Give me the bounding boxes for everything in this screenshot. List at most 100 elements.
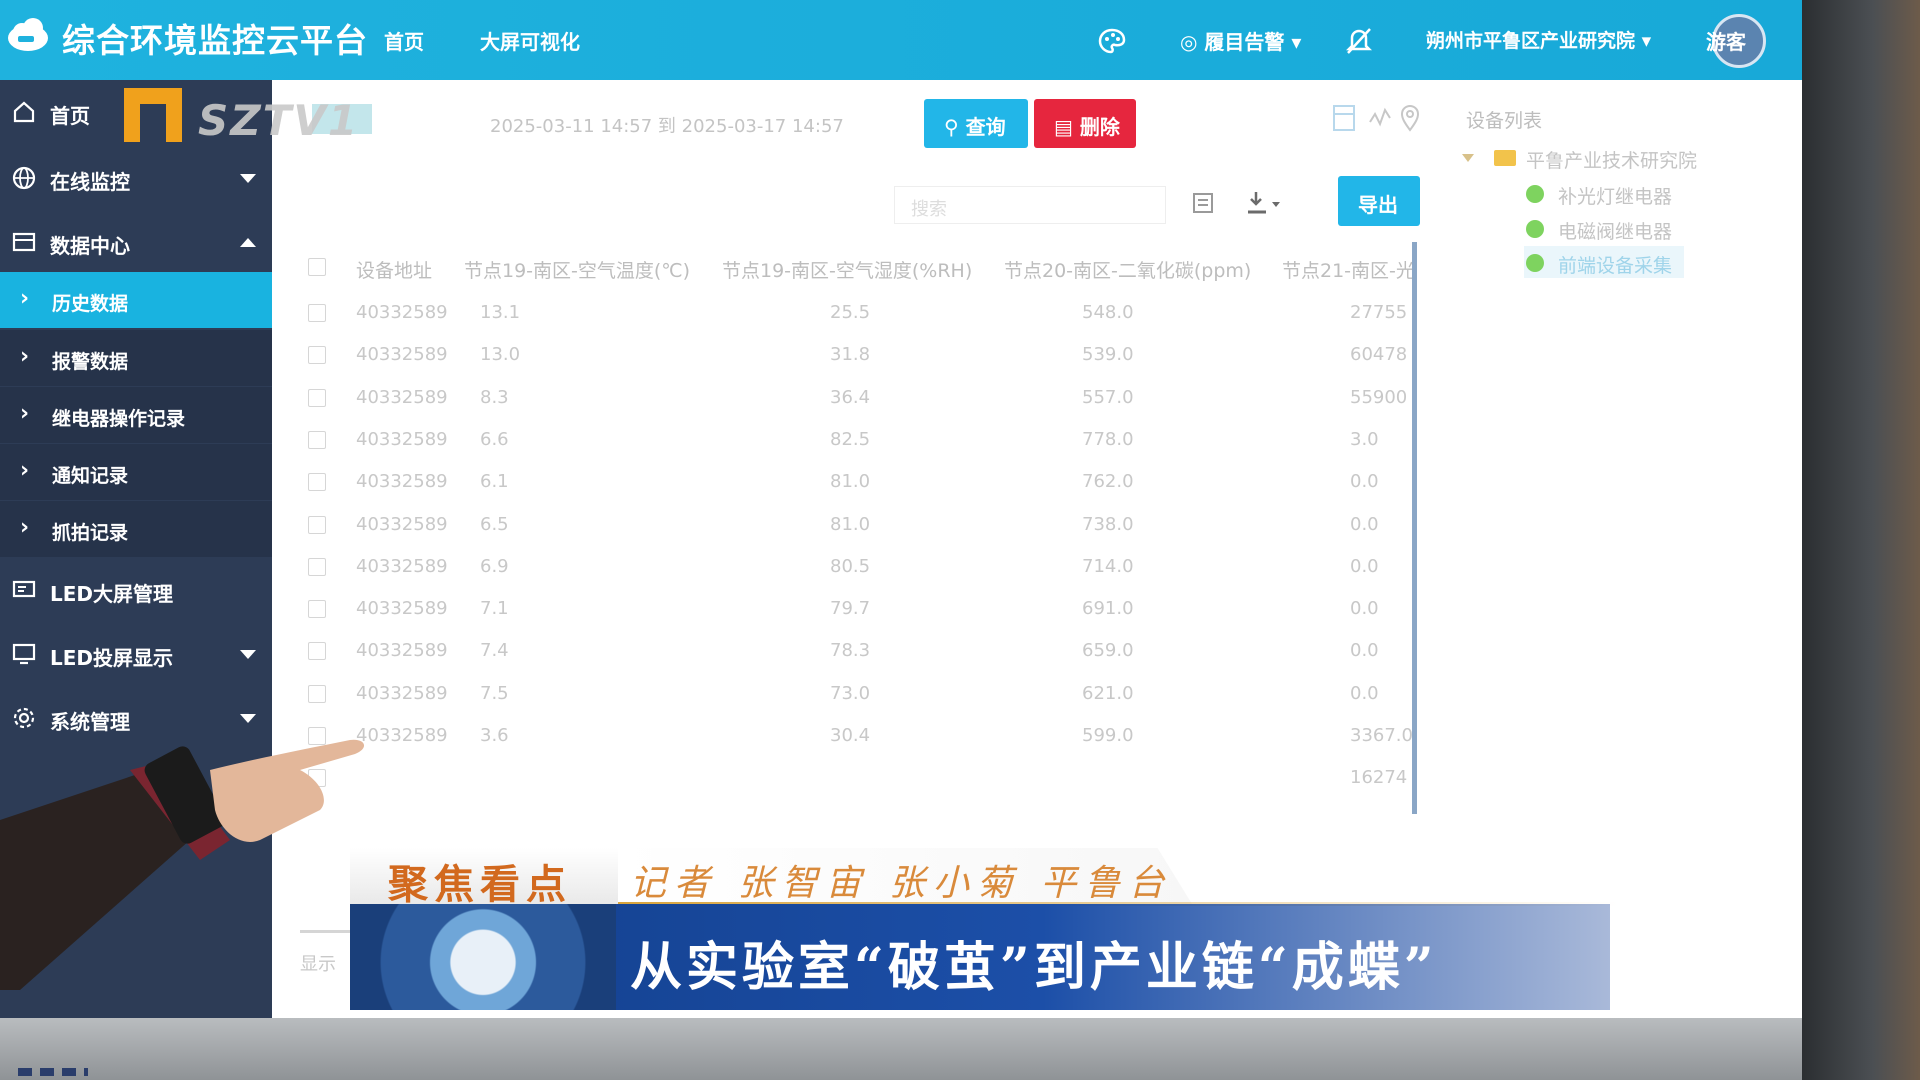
table-cell: 0.0 (1350, 555, 1379, 577)
monitor-icon (12, 643, 36, 665)
table-cell: 0.0 (1350, 598, 1379, 620)
reporter-credit: 记者 张智宙 张小菊 平鲁台 (630, 863, 1173, 904)
row-checkbox[interactable] (308, 642, 326, 661)
export-button[interactable]: 导出 (1338, 176, 1420, 226)
monitor-brand-mark (18, 1068, 88, 1076)
bell-off-icon[interactable] (1344, 26, 1374, 56)
sidebar-item-label: LED大屏管理 (50, 582, 174, 606)
table-cell: 3.6 (480, 725, 509, 746)
row-checkbox[interactable] (308, 304, 326, 322)
date-range-input[interactable]: 2025-03-11 14:57 到 2025-03-17 14:57 (490, 112, 844, 138)
sidebar-sub-history[interactable]: › 历史数据 (0, 272, 272, 328)
sidebar-item-led-manage[interactable]: LED大屏管理 (0, 562, 272, 618)
columns-icon[interactable] (1192, 192, 1214, 214)
monitor-bezel-right (1802, 0, 1920, 1080)
tree-leaf-label: 电磁阀继电器 (1558, 221, 1673, 243)
chevron-down-icon (240, 174, 256, 183)
table-cell: 55900 (1350, 386, 1408, 408)
table-cell: 599.0 (1082, 725, 1134, 746)
chevron-right-icon: › (20, 401, 30, 426)
news-tag: 聚焦看点 (388, 861, 572, 908)
download-dropdown-icon[interactable] (1246, 190, 1286, 216)
row-checkbox[interactable] (308, 388, 326, 407)
table-cell: 60478 (1350, 344, 1408, 366)
nav-bigscreen-link[interactable]: 大屏可视化 (480, 26, 580, 55)
chevron-right-icon: › (20, 458, 30, 483)
sidebar-item-data-center[interactable]: 数据中心 (0, 214, 272, 270)
tree-leaf-fill-light-relay[interactable]: 补光灯继电器 (1524, 177, 1684, 209)
table-cell: 621.0 (1082, 682, 1134, 704)
search-input[interactable]: 搜索 (894, 186, 1166, 224)
export-label: 导出 (1358, 193, 1398, 217)
top-bar: 综合环境监控云平台 首页 大屏可视化 ◎ 履目告警 ▾ 朔州市平鲁区产业研究院 … (0, 0, 1802, 80)
table-cell: 7.4 (480, 640, 509, 662)
table-cell: 659.0 (1082, 640, 1134, 662)
alarm-dropdown[interactable]: ◎ 履目告警 ▾ (1180, 26, 1301, 55)
table-cell: 36.4 (830, 386, 871, 408)
table-cell: 40332589 (356, 471, 448, 493)
sidebar-item-led-cast[interactable]: LED投屏显示 (0, 626, 272, 682)
column-header[interactable]: 设备地址 (356, 256, 432, 283)
alarm-label: 履目告警 (1204, 30, 1285, 54)
tree-leaf-valve-relay[interactable]: 电磁阀继电器 (1524, 212, 1684, 244)
globe-icon (12, 166, 36, 190)
tree-leaf-frontend-collector[interactable]: 前端设备采集 (1524, 246, 1684, 278)
watermark-text: SZTV1 (198, 96, 360, 145)
tree-expand-icon[interactable] (1462, 154, 1474, 162)
org-dropdown[interactable]: 朔州市平鲁区产业研究院 ▾ (1426, 26, 1651, 53)
news-tag-box: 聚焦看点 (350, 848, 618, 908)
column-header[interactable]: 节点19-南区-空气温度(℃) (464, 256, 690, 283)
table-cell: 82.5 (830, 428, 871, 450)
search-icon: ⚲ (944, 115, 959, 139)
row-checkbox[interactable] (308, 557, 326, 576)
globe-graphic (350, 904, 616, 1010)
sidebar-item-label: 数据中心 (50, 234, 130, 258)
sidebar-sub-snapshots[interactable]: › 抓拍记录 (0, 501, 272, 557)
nav-home-link[interactable]: 首页 (384, 26, 424, 55)
table-cell: 81.0 (830, 513, 871, 535)
select-all-checkbox[interactable] (308, 258, 326, 276)
table-cell: 81.0 (830, 471, 871, 493)
table-cell: 762.0 (1082, 471, 1134, 493)
table-view-icon[interactable] (1332, 104, 1356, 132)
chevron-down-icon (240, 714, 256, 723)
row-checkbox[interactable] (308, 473, 326, 492)
column-header[interactable]: 节点19-南区-空气湿度(%RH) (722, 256, 972, 283)
table-scrollbar[interactable] (1412, 242, 1417, 814)
table-cell: 40332589 (356, 555, 448, 577)
tree-leaf-label: 前端设备采集 (1558, 255, 1673, 277)
row-checkbox[interactable] (308, 600, 326, 619)
column-header[interactable]: 节点21-南区-光 (1282, 256, 1415, 283)
table-cell: 31.8 (830, 344, 871, 366)
delete-button[interactable]: ▤ 删除 (1034, 99, 1136, 148)
sidebar-item-online-monitor[interactable]: 在线监控 (0, 150, 272, 206)
sidebar-sub-label: 通知记录 (52, 465, 129, 487)
column-header[interactable]: 节点20-南区-二氧化碳(ppm) (1004, 256, 1251, 283)
map-pin-icon[interactable] (1398, 104, 1422, 132)
monitor-bezel-bottom (0, 1018, 1802, 1080)
chevron-right-icon: › (20, 286, 30, 311)
home-icon (13, 101, 35, 123)
user-name[interactable]: 游客 (1706, 26, 1746, 55)
chevron-up-icon (240, 238, 256, 247)
table-cell: 548.0 (1082, 302, 1134, 323)
row-checkbox[interactable] (308, 515, 326, 534)
tree-root-node[interactable]: 平鲁产业技术研究院 (1526, 146, 1697, 173)
table-cell: 8.3 (480, 386, 509, 408)
status-online-icon (1526, 220, 1544, 238)
table-cell: 714.0 (1082, 555, 1134, 577)
line-chart-icon[interactable] (1368, 104, 1392, 132)
row-checkbox[interactable] (308, 430, 326, 449)
query-button[interactable]: ⚲ 查询 (924, 99, 1028, 148)
table-cell: 73.0 (830, 682, 871, 704)
row-checkbox[interactable] (308, 684, 326, 703)
sidebar-sub-notifications[interactable]: › 通知记录 (0, 444, 272, 500)
table-cell: 13.0 (480, 344, 521, 366)
trash-icon: ▤ (1054, 115, 1073, 139)
row-checkbox[interactable] (308, 346, 326, 365)
table-cell: 40332589 (356, 598, 448, 620)
table-cell: 40332589 (356, 386, 448, 408)
sidebar-sub-relay-log[interactable]: › 继电器操作记录 (0, 387, 272, 443)
palette-icon[interactable] (1098, 28, 1126, 54)
sidebar-sub-alarm[interactable]: › 报警数据 (0, 330, 272, 386)
